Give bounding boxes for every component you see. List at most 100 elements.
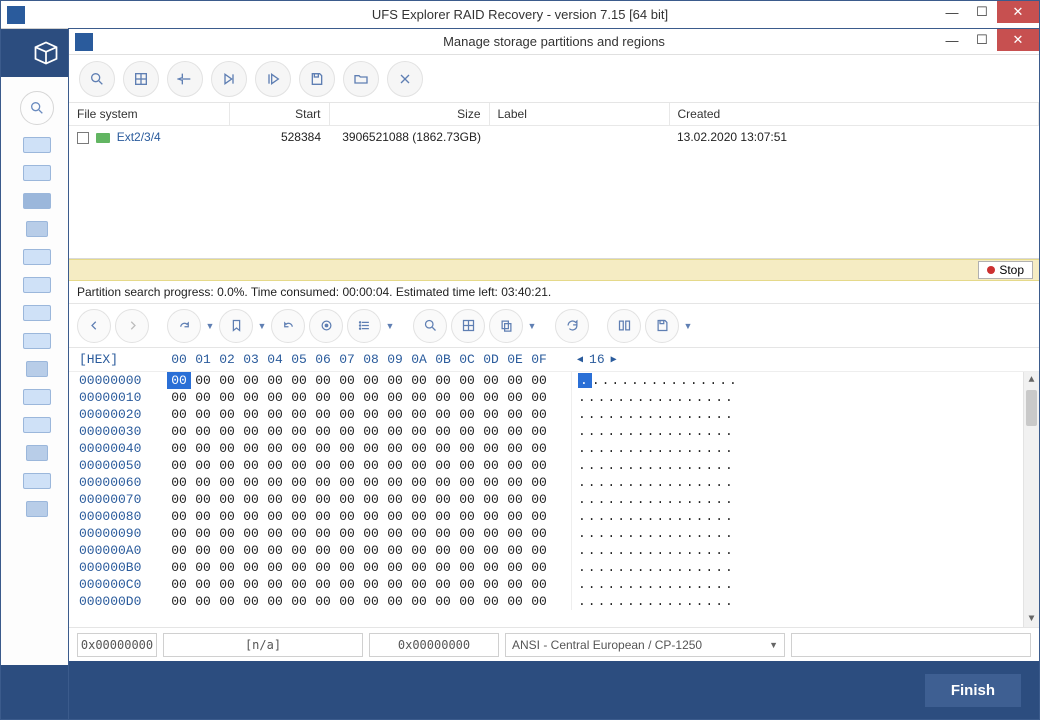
hex-ascii[interactable]: ................: [571, 559, 735, 576]
finish-button[interactable]: Finish: [925, 674, 1021, 707]
hex-bytes[interactable]: 00000000000000000000000000000000: [167, 525, 551, 542]
hex-row[interactable]: 000000B000000000000000000000000000000000…: [79, 559, 1029, 576]
hex-body[interactable]: 0000000000000000000000000000000000000000…: [69, 372, 1039, 612]
hex-ascii[interactable]: ................: [571, 389, 735, 406]
hex-bytes[interactable]: 00000000000000000000000000000000: [167, 389, 551, 406]
device-item[interactable]: [23, 417, 51, 433]
hex-scrollbar[interactable]: ▲ ▼: [1023, 372, 1039, 627]
maximize-button[interactable]: ☐: [967, 1, 997, 23]
col-file-system[interactable]: File system: [69, 103, 229, 126]
modal-maximize-button[interactable]: ☐: [967, 29, 997, 51]
search-icon[interactable]: [79, 61, 115, 97]
dropdown-icon[interactable]: ▼: [257, 321, 267, 331]
play-icon[interactable]: [255, 61, 291, 97]
hex-bytes[interactable]: 00000000000000000000000000000000: [167, 559, 551, 576]
forward-icon[interactable]: [115, 309, 149, 343]
hex-bytes[interactable]: 00000000000000000000000000000000: [167, 474, 551, 491]
save-icon[interactable]: [299, 61, 335, 97]
device-item[interactable]: [23, 473, 51, 489]
grid-icon[interactable]: [123, 61, 159, 97]
scroll-up-icon[interactable]: ▲: [1024, 372, 1039, 388]
redo-arrow-icon[interactable]: [167, 309, 201, 343]
hex-bytes[interactable]: 00000000000000000000000000000000: [167, 457, 551, 474]
col-label[interactable]: Label: [489, 103, 669, 126]
ascii-width-control[interactable]: ◀ 16 ▶: [577, 352, 617, 367]
stop-button[interactable]: Stop: [978, 261, 1033, 279]
hex-row[interactable]: 0000007000000000000000000000000000000000…: [79, 491, 1029, 508]
hex-row[interactable]: 0000009000000000000000000000000000000000…: [79, 525, 1029, 542]
hex-row[interactable]: 0000006000000000000000000000000000000000…: [79, 474, 1029, 491]
hex-ascii[interactable]: ................: [571, 474, 735, 491]
triangle-right-icon[interactable]: ▶: [611, 354, 617, 366]
encoding-selector[interactable]: ANSI - Central European / CP-1250 ▼: [505, 633, 785, 657]
scroll-down-icon[interactable]: ▼: [1024, 611, 1039, 627]
device-item[interactable]: [26, 221, 48, 237]
hex-row[interactable]: 0000004000000000000000000000000000000000…: [79, 440, 1029, 457]
col-start[interactable]: Start: [229, 103, 329, 126]
device-item[interactable]: [23, 137, 51, 153]
device-item[interactable]: [23, 249, 51, 265]
disk-save-icon[interactable]: [645, 309, 679, 343]
device-item[interactable]: [23, 305, 51, 321]
dropdown-icon[interactable]: ▼: [527, 321, 537, 331]
device-item[interactable]: [23, 193, 51, 209]
cancel-icon[interactable]: [387, 61, 423, 97]
refresh-icon[interactable]: [555, 309, 589, 343]
sidebar-search-icon[interactable]: [20, 91, 54, 125]
device-item[interactable]: [26, 501, 48, 517]
hex-ascii[interactable]: ................: [571, 491, 735, 508]
folder-icon[interactable]: [343, 61, 379, 97]
hex-ascii[interactable]: ................: [571, 406, 735, 423]
hex-bytes[interactable]: 00000000000000000000000000000000: [167, 423, 551, 440]
hex-row[interactable]: 0000002000000000000000000000000000000000…: [79, 406, 1029, 423]
list-icon[interactable]: [347, 309, 381, 343]
hex-ascii[interactable]: ................: [571, 372, 739, 389]
dropdown-icon[interactable]: ▼: [683, 321, 693, 331]
hex-row[interactable]: 0000008000000000000000000000000000000000…: [79, 508, 1029, 525]
columns-icon[interactable]: [607, 309, 641, 343]
device-item[interactable]: [26, 361, 48, 377]
modal-close-button[interactable]: ✕: [997, 29, 1039, 51]
device-item[interactable]: [23, 389, 51, 405]
hex-bytes[interactable]: 00000000000000000000000000000000: [167, 491, 551, 508]
triangle-left-icon[interactable]: ◀: [577, 354, 583, 366]
device-item[interactable]: [26, 445, 48, 461]
device-item[interactable]: [23, 333, 51, 349]
dropdown-icon[interactable]: ▼: [385, 321, 395, 331]
hex-ascii[interactable]: ................: [571, 593, 735, 610]
undo-icon[interactable]: [271, 309, 305, 343]
hex-bytes[interactable]: 00000000000000000000000000000000: [167, 593, 551, 610]
hex-ascii[interactable]: ................: [571, 542, 735, 559]
dropdown-icon[interactable]: ▼: [205, 321, 215, 331]
target-icon[interactable]: [309, 309, 343, 343]
back-icon[interactable]: [77, 309, 111, 343]
search-icon[interactable]: [413, 309, 447, 343]
hex-row[interactable]: 000000D000000000000000000000000000000000…: [79, 593, 1029, 610]
device-item[interactable]: [23, 277, 51, 293]
hex-row[interactable]: 0000005000000000000000000000000000000000…: [79, 457, 1029, 474]
hex-bytes[interactable]: 00000000000000000000000000000000: [167, 542, 551, 559]
hex-ascii[interactable]: ................: [571, 440, 735, 457]
copy-icon[interactable]: [489, 309, 523, 343]
step-forward-icon[interactable]: [211, 61, 247, 97]
hex-ascii[interactable]: ................: [571, 508, 735, 525]
close-button[interactable]: ✕: [997, 1, 1039, 23]
hex-bytes[interactable]: 00000000000000000000000000000000: [167, 440, 551, 457]
device-item[interactable]: [23, 165, 51, 181]
bookmark-icon[interactable]: [219, 309, 253, 343]
col-size[interactable]: Size: [329, 103, 489, 126]
scroll-thumb[interactable]: [1026, 390, 1037, 426]
hex-ascii[interactable]: ................: [571, 457, 735, 474]
hex-ascii[interactable]: ................: [571, 576, 735, 593]
hex-row[interactable]: 000000A000000000000000000000000000000000…: [79, 542, 1029, 559]
hex-bytes[interactable]: 00000000000000000000000000000000: [167, 406, 551, 423]
modal-minimize-button[interactable]: —: [937, 29, 967, 51]
minimize-button[interactable]: —: [937, 1, 967, 23]
grid-icon[interactable]: [451, 309, 485, 343]
row-checkbox[interactable]: [77, 132, 89, 144]
hex-bytes[interactable]: 00000000000000000000000000000000: [167, 372, 551, 389]
hex-ascii[interactable]: ................: [571, 525, 735, 542]
hex-row[interactable]: 0000003000000000000000000000000000000000…: [79, 423, 1029, 440]
partition-row[interactable]: Ext2/3/4 528384 3906521088 (1862.73GB) 1…: [69, 126, 1039, 149]
hex-bytes[interactable]: 00000000000000000000000000000000: [167, 508, 551, 525]
